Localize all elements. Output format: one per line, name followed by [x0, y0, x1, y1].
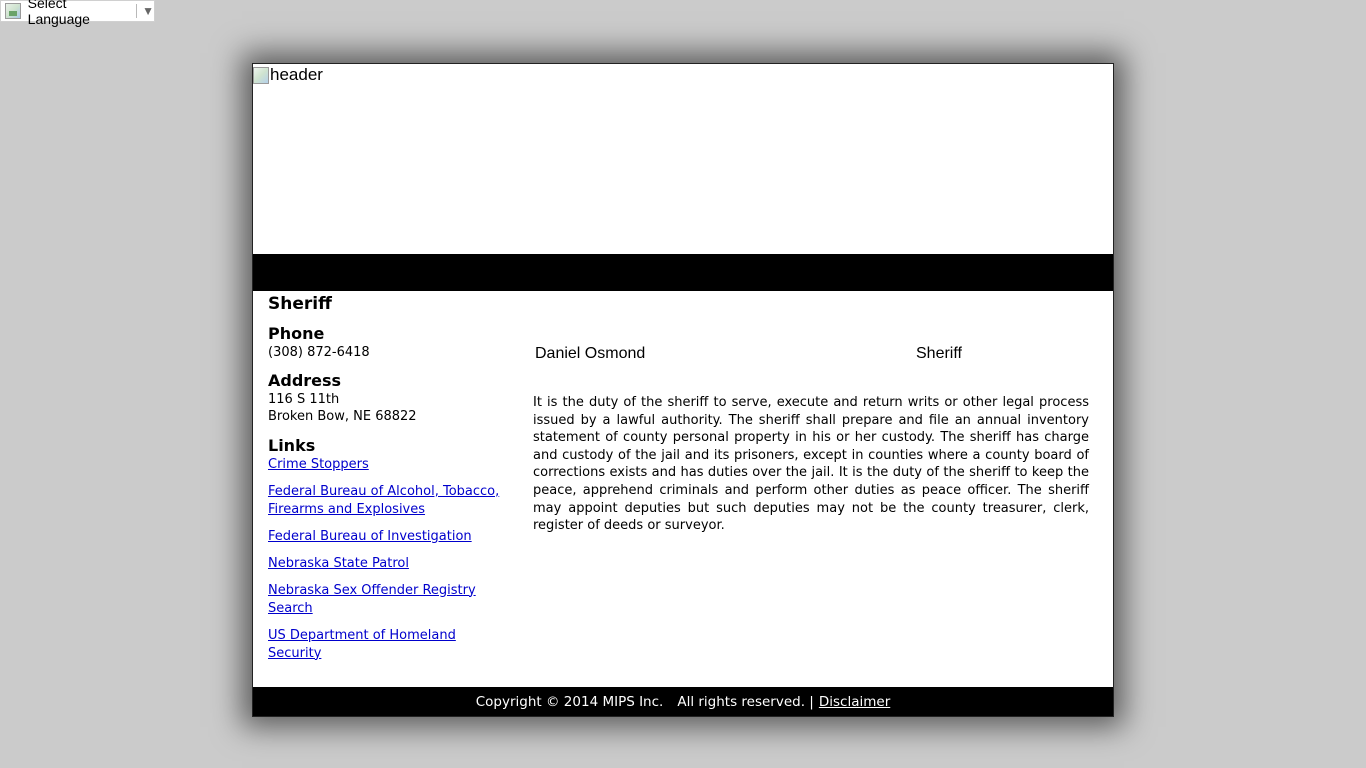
phone-number: (308) 872-6418: [268, 345, 370, 360]
link-sex-offender-registry[interactable]: Nebraska Sex Offender Registry Search: [268, 582, 508, 618]
links-list: Crime Stoppers Federal Bureau of Alcohol…: [268, 456, 508, 663]
link-fbi[interactable]: Federal Bureau of Investigation: [268, 528, 508, 546]
footer-rights: All rights reserved. |: [677, 693, 814, 710]
language-selector-divider: [136, 4, 138, 18]
staff-name: Daniel Osmond: [535, 345, 646, 362]
language-selector[interactable]: Select Language ▼: [0, 0, 155, 27]
navigation-bar: [253, 254, 1113, 291]
link-homeland-security[interactable]: US Department of Homeland Security: [268, 627, 508, 663]
link-nebraska-state-patrol[interactable]: Nebraska State Patrol: [268, 555, 508, 573]
language-selector-label: Select Language: [27, 0, 90, 27]
broken-image-icon: [253, 66, 269, 84]
disclaimer-link[interactable]: Disclaimer: [819, 694, 890, 710]
links-heading: Links: [268, 435, 316, 455]
sidebar: Sheriff Phone (308) 872-6418 Address 116…: [268, 294, 508, 672]
dropdown-arrow-icon[interactable]: ▼: [142, 4, 154, 18]
header-image: header: [253, 64, 1113, 254]
address-line-1: 116 S 11th: [268, 391, 340, 407]
office-description: It is the duty of the sheriff to serve, …: [533, 395, 1089, 534]
staff-title: Sheriff: [916, 345, 962, 362]
page-title: Sheriff: [268, 294, 332, 314]
phone-heading: Phone: [268, 324, 325, 343]
address-heading: Address: [268, 370, 342, 390]
link-crime-stoppers[interactable]: Crime Stoppers: [268, 456, 508, 474]
link-atf[interactable]: Federal Bureau of Alcohol, Tobacco, Fire…: [268, 483, 508, 519]
header-alt-text: header: [270, 65, 323, 84]
address-line-2: Broken Bow, NE 68822: [268, 409, 417, 424]
page-frame: header Sheriff Phone (308) 872-6418 Addr…: [252, 63, 1114, 717]
broken-image-icon: [5, 3, 21, 19]
footer-copyright: Copyright © 2014 MIPS Inc.: [475, 693, 664, 710]
header-image-alt: header: [253, 65, 323, 85]
footer: Copyright © 2014 MIPS Inc. All rights re…: [253, 687, 1113, 716]
